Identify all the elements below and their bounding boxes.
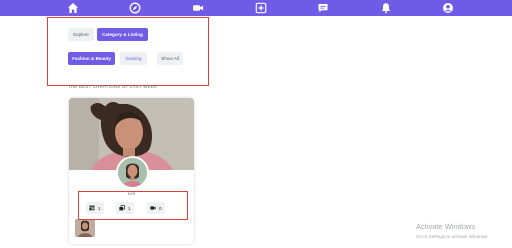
- home-icon[interactable]: [67, 2, 79, 14]
- tab-category-listing[interactable]: Category & Listing: [97, 28, 148, 41]
- tab-explore[interactable]: Explore: [68, 28, 94, 41]
- watermark-title: Activate Windows: [416, 222, 476, 231]
- creator-card[interactable]: Ela 1 1 0: [69, 98, 194, 244]
- creation-thumbnail[interactable]: [75, 219, 95, 237]
- category-gaming[interactable]: Gaming: [120, 52, 147, 65]
- creator-avatar[interactable]: [116, 156, 149, 189]
- add-post-icon[interactable]: [255, 2, 267, 14]
- messages-icon[interactable]: [317, 2, 329, 14]
- profile-icon[interactable]: [442, 2, 454, 14]
- section-heading: THE BEST CREATIONS OF LAST WEEK: [68, 84, 158, 89]
- category-fashion-beauty[interactable]: Fashion & Beauty: [68, 52, 115, 65]
- notifications-bell-icon[interactable]: [380, 2, 392, 14]
- app-page: Explore Category & Listing Fashion & Bea…: [0, 0, 512, 248]
- watermark-subtitle: Go to Settings to activate Windows.: [416, 234, 489, 239]
- category-show-all[interactable]: Show All: [157, 52, 183, 65]
- video-camera-icon[interactable]: [192, 2, 204, 14]
- annotation-highlight-stats: [78, 191, 188, 220]
- explore-compass-icon[interactable]: [129, 2, 141, 14]
- top-navigation-bar: [0, 0, 512, 16]
